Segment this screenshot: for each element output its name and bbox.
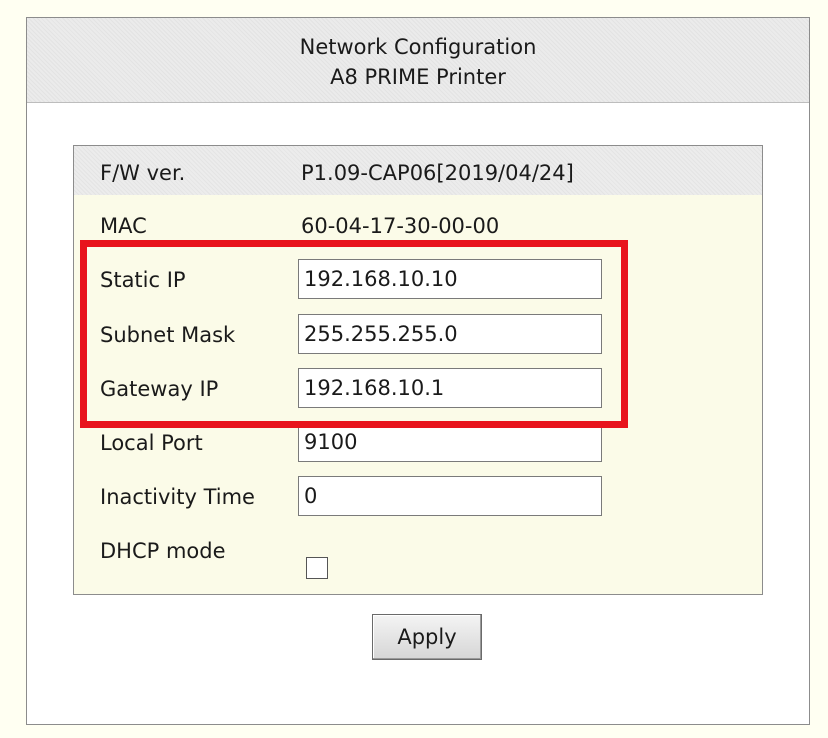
mac-label: MAC <box>100 214 147 238</box>
firmware-label: F/W ver. <box>100 161 186 185</box>
inactivity-time-input[interactable] <box>298 476 602 516</box>
static-ip-input[interactable] <box>298 259 602 299</box>
panel-header: Network Configuration A8 PRIME Printer <box>27 18 809 103</box>
printer-model: A8 PRIME Printer <box>330 65 506 89</box>
page-title: Network Configuration <box>299 35 537 59</box>
mac-value: 60-04-17-30-00-00 <box>301 214 500 238</box>
static-ip-label: Static IP <box>100 268 186 292</box>
subnet-mask-input[interactable] <box>298 314 602 354</box>
local-port-input[interactable] <box>298 422 602 462</box>
apply-button[interactable]: Apply <box>372 614 482 660</box>
dhcp-mode-checkbox[interactable] <box>306 557 328 579</box>
subnet-mask-label: Subnet Mask <box>100 323 236 347</box>
dhcp-mode-label: DHCP mode <box>100 539 226 563</box>
gateway-ip-label: Gateway IP <box>100 377 219 401</box>
gateway-ip-input[interactable] <box>298 368 602 408</box>
inactivity-time-label: Inactivity Time <box>100 485 255 509</box>
local-port-label: Local Port <box>100 431 203 455</box>
firmware-value: P1.09-CAP06[2019/04/24] <box>301 161 574 185</box>
network-config-panel: Network Configuration A8 PRIME Printer F… <box>26 17 810 725</box>
config-table: F/W ver. P1.09-CAP06[2019/04/24] MAC 60-… <box>73 145 763 595</box>
